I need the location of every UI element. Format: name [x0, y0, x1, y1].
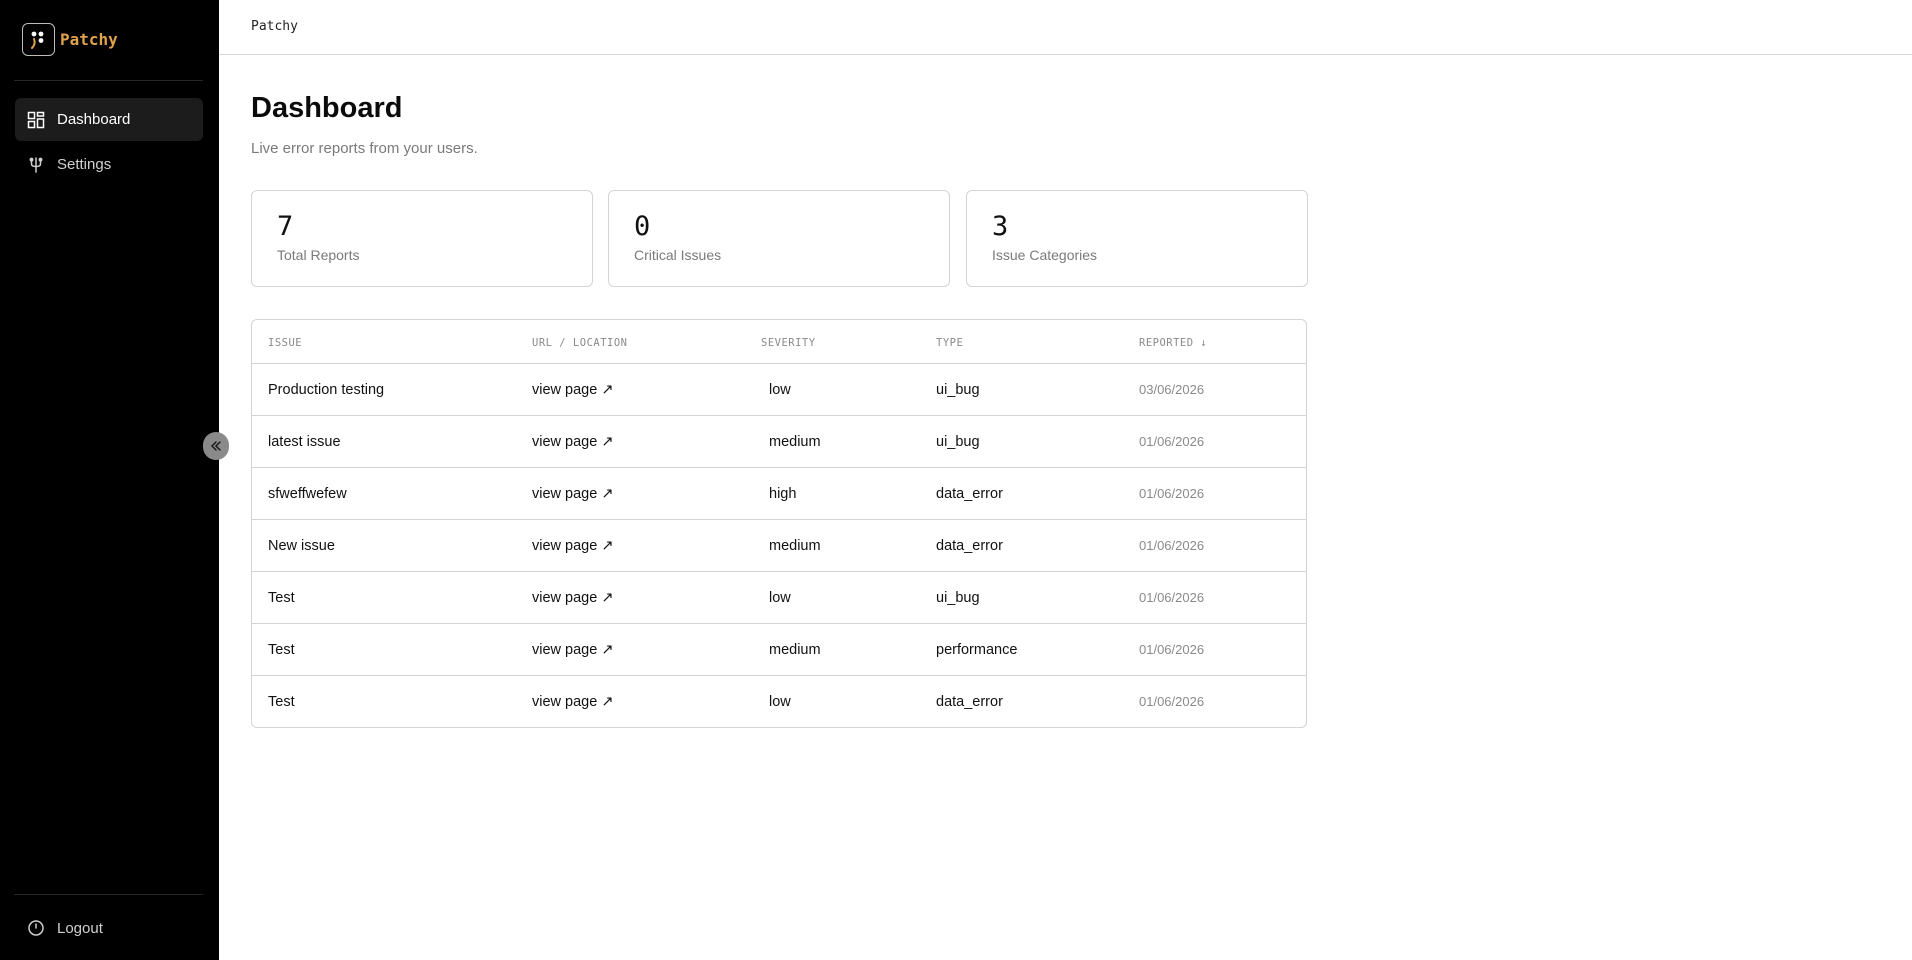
view-page-link[interactable]: view page ↗ — [532, 590, 613, 606]
cell-issue: New issue — [268, 538, 335, 554]
view-page-link[interactable]: view page ↗ — [532, 382, 613, 398]
patchy-logo-icon — [22, 23, 55, 56]
logout-label: Logout — [57, 919, 103, 937]
table-row[interactable]: sfweffwefew view page ↗ high data_error … — [252, 468, 1306, 520]
column-header-severity[interactable]: SEVERITY — [761, 337, 816, 349]
column-header-issue[interactable]: ISSUE — [268, 337, 302, 349]
sidebar-item-dashboard[interactable]: Dashboard — [15, 98, 203, 141]
cell-severity: low — [769, 382, 791, 398]
cell-issue: Test — [268, 590, 295, 606]
table-row[interactable]: latest issue view page ↗ medium ui_bug 0… — [252, 416, 1306, 468]
table-header: ISSUE URL / LOCATION SEVERITY TYPE REPOR… — [252, 320, 1306, 364]
column-header-reported[interactable]: REPORTED ↓ — [1139, 337, 1207, 349]
cell-type: ui_bug — [936, 434, 980, 450]
cell-severity: medium — [769, 434, 821, 450]
sidebar: Patchy Dashboard Settings Logout — [0, 0, 219, 960]
page-title: Dashboard — [251, 92, 403, 124]
cell-reported: 01/06/2026 — [1139, 434, 1205, 449]
stat-value: 7 — [277, 211, 294, 242]
brand-name: Patchy — [60, 30, 118, 49]
stat-label: Critical Issues — [634, 247, 722, 263]
topbar-title: Patchy — [251, 19, 298, 34]
cell-issue: latest issue — [268, 434, 341, 450]
cell-reported: 01/06/2026 — [1139, 642, 1205, 657]
cell-reported: 01/06/2026 — [1139, 590, 1205, 605]
stat-value: 3 — [992, 211, 1009, 242]
grid-icon — [27, 111, 45, 128]
stat-value: 0 — [634, 211, 651, 242]
fork-icon — [29, 156, 43, 173]
table-row[interactable]: New issue view page ↗ medium data_error … — [252, 520, 1306, 572]
table-row[interactable]: Test view page ↗ low ui_bug 01/06/2026 — [252, 572, 1306, 624]
column-header-url[interactable]: URL / LOCATION — [532, 337, 628, 349]
view-page-link[interactable]: view page ↗ — [532, 434, 613, 450]
cell-reported: 01/06/2026 — [1139, 538, 1205, 553]
cell-issue: Test — [268, 694, 295, 710]
cell-reported: 03/06/2026 — [1139, 382, 1205, 397]
topbar: Patchy — [219, 0, 1912, 55]
cell-severity: low — [769, 590, 791, 606]
table-row[interactable]: Test view page ↗ medium performance 01/0… — [252, 624, 1306, 676]
cell-reported: 01/06/2026 — [1139, 486, 1205, 501]
cell-type: data_error — [936, 694, 1003, 710]
page-subtitle: Live error reports from your users. — [251, 140, 478, 157]
sidebar-nav: Dashboard Settings — [15, 98, 203, 188]
power-icon — [28, 920, 44, 936]
logout-button[interactable]: Logout — [27, 919, 103, 937]
cell-issue: sfweffwefew — [268, 486, 347, 502]
sidebar-divider — [14, 80, 203, 81]
cell-severity: low — [769, 694, 791, 710]
stat-card-total-reports: 7 Total Reports — [251, 190, 593, 287]
cell-severity: high — [769, 486, 797, 502]
cell-issue: Production testing — [268, 382, 385, 398]
stat-card-critical-issues: 0 Critical Issues — [608, 190, 950, 287]
cell-type: ui_bug — [936, 382, 980, 398]
chevrons-left-icon — [210, 441, 221, 451]
cell-severity: medium — [769, 538, 821, 554]
cell-type: data_error — [936, 486, 1003, 502]
cell-issue: Test — [268, 642, 295, 658]
brand[interactable]: Patchy — [22, 23, 118, 56]
stat-label: Issue Categories — [992, 247, 1098, 263]
collapse-sidebar-button[interactable] — [203, 432, 229, 460]
sidebar-item-label: Dashboard — [57, 111, 131, 128]
sidebar-item-settings[interactable]: Settings — [15, 143, 203, 186]
cell-type: performance — [936, 642, 1018, 658]
view-page-link[interactable]: view page ↗ — [532, 694, 613, 710]
stat-label: Total Reports — [277, 247, 360, 263]
sidebar-bottom-divider — [14, 894, 203, 895]
view-page-link[interactable]: view page ↗ — [532, 538, 613, 554]
column-header-type[interactable]: TYPE — [936, 337, 963, 349]
view-page-link[interactable]: view page ↗ — [532, 642, 613, 658]
table-row[interactable]: Test view page ↗ low data_error 01/06/20… — [252, 676, 1306, 727]
sidebar-item-label: Settings — [57, 156, 112, 173]
reports-table: ISSUE URL / LOCATION SEVERITY TYPE REPOR… — [251, 319, 1307, 728]
cell-severity: medium — [769, 642, 821, 658]
view-page-link[interactable]: view page ↗ — [532, 486, 613, 502]
stat-card-issue-categories: 3 Issue Categories — [966, 190, 1308, 287]
cell-reported: 01/06/2026 — [1139, 694, 1205, 709]
table-row[interactable]: Production testing view page ↗ low ui_bu… — [252, 364, 1306, 416]
cell-type: data_error — [936, 538, 1003, 554]
cell-type: ui_bug — [936, 590, 980, 606]
